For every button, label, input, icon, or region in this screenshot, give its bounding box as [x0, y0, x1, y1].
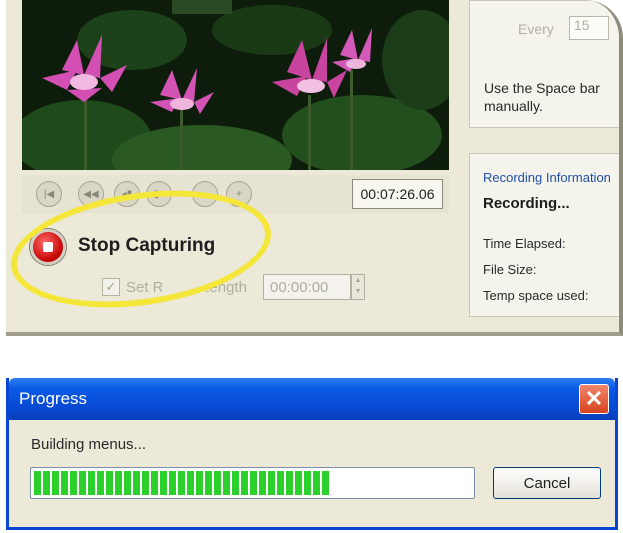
capture-panel: |◀ ◀◀ ◂▮ ▮▸ − + 00:07:26.06 Stop Capturi…	[6, 0, 623, 336]
recording-status: Recording...	[483, 195, 570, 212]
recording-info-title: Recording Information	[483, 170, 611, 185]
range-length-spinner[interactable]: ▲ ▼	[351, 274, 365, 300]
every-input[interactable]: 15	[569, 16, 609, 40]
close-button[interactable]: ✕	[579, 384, 609, 414]
progress-bar	[30, 467, 475, 499]
video-preview	[22, 0, 449, 170]
progress-status-text: Building menus...	[31, 436, 147, 453]
progress-dialog: Progress ✕ Building menus... Cancel	[6, 378, 618, 530]
progress-title: Progress	[19, 389, 88, 408]
file-size-label: File Size:	[483, 262, 537, 277]
every-label: Every	[518, 21, 554, 37]
cancel-button[interactable]: Cancel	[493, 467, 601, 499]
range-length-input[interactable]: 00:00:00	[263, 274, 351, 300]
progress-titlebar[interactable]: Progress ✕	[9, 378, 615, 420]
temp-space-label: Temp space used:	[483, 288, 589, 303]
prev-icon[interactable]: |◀	[36, 181, 62, 207]
lotus-flowers-image	[22, 0, 449, 170]
close-icon: ✕	[584, 386, 604, 411]
time-elapsed-label: Time Elapsed:	[483, 236, 566, 251]
schedule-panel: Every 15 Use the Space bar manually.	[469, 0, 619, 128]
timecode-display: 00:07:26.06	[352, 179, 443, 209]
progress-bar-fill	[34, 471, 332, 495]
space-bar-hint: Use the Space bar manually.	[484, 80, 600, 114]
